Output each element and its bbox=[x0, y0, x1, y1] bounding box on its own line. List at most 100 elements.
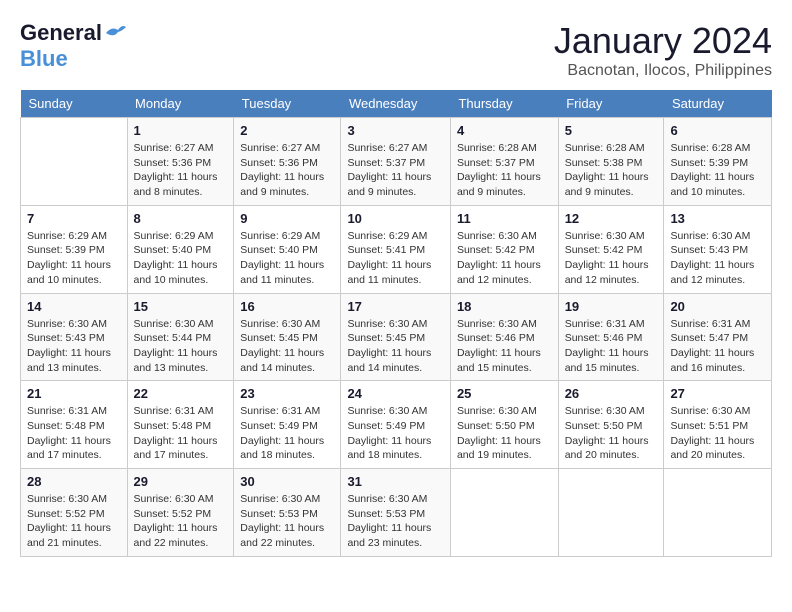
weekday-header-thursday: Thursday bbox=[450, 90, 558, 118]
calendar-cell: 14 Sunrise: 6:30 AMSunset: 5:43 PMDayligh… bbox=[21, 293, 128, 381]
calendar-cell: 3 Sunrise: 6:27 AMSunset: 5:37 PMDaylight… bbox=[341, 118, 451, 206]
day-info: Sunrise: 6:30 AMSunset: 5:53 PMDaylight:… bbox=[347, 492, 444, 551]
day-number: 6 bbox=[670, 123, 765, 138]
day-number: 17 bbox=[347, 299, 444, 314]
day-info: Sunrise: 6:30 AMSunset: 5:51 PMDaylight:… bbox=[670, 404, 765, 463]
calendar-cell: 16Sunrise: 6:30 AMSunset: 5:45 PMDayligh… bbox=[234, 293, 341, 381]
day-info: Sunrise: 6:29 AMSunset: 5:39 PMDaylight:… bbox=[27, 229, 121, 288]
month-title: January 2024 bbox=[554, 20, 772, 62]
logo-blue: Blue bbox=[20, 46, 68, 71]
calendar-cell: 26 Sunrise: 6:30 AMSunset: 5:50 PMDayligh… bbox=[558, 381, 664, 469]
day-number: 22 bbox=[134, 386, 228, 401]
week-row-2: 7 Sunrise: 6:29 AMSunset: 5:39 PMDaylight… bbox=[21, 205, 772, 293]
day-number: 14 bbox=[27, 299, 121, 314]
day-info: Sunrise: 6:27 AMSunset: 5:37 PMDaylight:… bbox=[347, 141, 444, 200]
calendar-cell: 19 Sunrise: 6:31 AMSunset: 5:46 PMDayligh… bbox=[558, 293, 664, 381]
calendar-cell: 31 Sunrise: 6:30 AMSunset: 5:53 PMDayligh… bbox=[341, 469, 451, 557]
calendar-cell bbox=[664, 469, 772, 557]
week-row-3: 14 Sunrise: 6:30 AMSunset: 5:43 PMDayligh… bbox=[21, 293, 772, 381]
day-info: Sunrise: 6:29 AMSunset: 5:41 PMDaylight:… bbox=[347, 229, 444, 288]
calendar-cell: 24Sunrise: 6:30 AMSunset: 5:49 PMDayligh… bbox=[341, 381, 451, 469]
calendar-cell: 21 Sunrise: 6:31 AMSunset: 5:48 PMDayligh… bbox=[21, 381, 128, 469]
calendar-cell: 13 Sunrise: 6:30 AMSunset: 5:43 PMDayligh… bbox=[664, 205, 772, 293]
calendar-cell: 25 Sunrise: 6:30 AMSunset: 5:50 PMDayligh… bbox=[450, 381, 558, 469]
calendar-cell: 22 Sunrise: 6:31 AMSunset: 5:48 PMDayligh… bbox=[127, 381, 234, 469]
day-number: 20 bbox=[670, 299, 765, 314]
day-info: Sunrise: 6:30 AMSunset: 5:45 PMDaylight:… bbox=[347, 317, 444, 376]
day-number: 19 bbox=[565, 299, 658, 314]
day-number: 31 bbox=[347, 474, 444, 489]
weekday-header-tuesday: Tuesday bbox=[234, 90, 341, 118]
day-info: Sunrise: 6:27 AMSunset: 5:36 PMDaylight:… bbox=[134, 141, 228, 200]
day-number: 10 bbox=[347, 211, 444, 226]
day-info: Sunrise: 6:31 AMSunset: 5:48 PMDaylight:… bbox=[27, 404, 121, 463]
day-info: Sunrise: 6:30 AMSunset: 5:50 PMDaylight:… bbox=[565, 404, 658, 463]
day-number: 3 bbox=[347, 123, 444, 138]
day-info: Sunrise: 6:30 AMSunset: 5:50 PMDaylight:… bbox=[457, 404, 552, 463]
day-number: 16 bbox=[240, 299, 334, 314]
week-row-1: 1 Sunrise: 6:27 AMSunset: 5:36 PMDaylight… bbox=[21, 118, 772, 206]
calendar-cell: 23 Sunrise: 6:31 AMSunset: 5:49 PMDayligh… bbox=[234, 381, 341, 469]
calendar-cell: 5 Sunrise: 6:28 AMSunset: 5:38 PMDaylight… bbox=[558, 118, 664, 206]
calendar-table: SundayMondayTuesdayWednesdayThursdayFrid… bbox=[20, 90, 772, 557]
day-info: Sunrise: 6:30 AMSunset: 5:44 PMDaylight:… bbox=[134, 317, 228, 376]
calendar-cell: 10 Sunrise: 6:29 AMSunset: 5:41 PMDayligh… bbox=[341, 205, 451, 293]
day-number: 26 bbox=[565, 386, 658, 401]
weekday-header-monday: Monday bbox=[127, 90, 234, 118]
calendar-cell: 4Sunrise: 6:28 AMSunset: 5:37 PMDaylight… bbox=[450, 118, 558, 206]
location-title: Bacnotan, Ilocos, Philippines bbox=[554, 62, 772, 80]
calendar-cell: 28 Sunrise: 6:30 AMSunset: 5:52 PMDayligh… bbox=[21, 469, 128, 557]
day-number: 12 bbox=[565, 211, 658, 226]
weekday-header-saturday: Saturday bbox=[664, 90, 772, 118]
day-info: Sunrise: 6:31 AMSunset: 5:47 PMDaylight:… bbox=[670, 317, 765, 376]
calendar-cell: 18 Sunrise: 6:30 AMSunset: 5:46 PMDayligh… bbox=[450, 293, 558, 381]
day-number: 9 bbox=[240, 211, 334, 226]
logo-bird-icon bbox=[104, 24, 126, 42]
day-number: 25 bbox=[457, 386, 552, 401]
calendar-cell: 17 Sunrise: 6:30 AMSunset: 5:45 PMDayligh… bbox=[341, 293, 451, 381]
day-number: 28 bbox=[27, 474, 121, 489]
day-info: Sunrise: 6:29 AMSunset: 5:40 PMDaylight:… bbox=[240, 229, 334, 288]
day-info: Sunrise: 6:30 AMSunset: 5:43 PMDaylight:… bbox=[27, 317, 121, 376]
day-number: 21 bbox=[27, 386, 121, 401]
day-info: Sunrise: 6:30 AMSunset: 5:52 PMDaylight:… bbox=[134, 492, 228, 551]
day-info: Sunrise: 6:30 AMSunset: 5:52 PMDaylight:… bbox=[27, 492, 121, 551]
day-number: 13 bbox=[670, 211, 765, 226]
day-number: 2 bbox=[240, 123, 334, 138]
weekday-header-row: SundayMondayTuesdayWednesdayThursdayFrid… bbox=[21, 90, 772, 118]
calendar-cell: 15 Sunrise: 6:30 AMSunset: 5:44 PMDayligh… bbox=[127, 293, 234, 381]
day-number: 5 bbox=[565, 123, 658, 138]
day-info: Sunrise: 6:31 AMSunset: 5:46 PMDaylight:… bbox=[565, 317, 658, 376]
calendar-cell: 2Sunrise: 6:27 AMSunset: 5:36 PMDaylight… bbox=[234, 118, 341, 206]
weekday-header-sunday: Sunday bbox=[21, 90, 128, 118]
calendar-cell: 8Sunrise: 6:29 AMSunset: 5:40 PMDaylight… bbox=[127, 205, 234, 293]
calendar-cell bbox=[21, 118, 128, 206]
day-info: Sunrise: 6:30 AMSunset: 5:46 PMDaylight:… bbox=[457, 317, 552, 376]
day-number: 15 bbox=[134, 299, 228, 314]
day-info: Sunrise: 6:28 AMSunset: 5:38 PMDaylight:… bbox=[565, 141, 658, 200]
calendar-cell: 30Sunrise: 6:30 AMSunset: 5:53 PMDayligh… bbox=[234, 469, 341, 557]
day-info: Sunrise: 6:31 AMSunset: 5:49 PMDaylight:… bbox=[240, 404, 334, 463]
weekday-header-wednesday: Wednesday bbox=[341, 90, 451, 118]
calendar-cell: 12Sunrise: 6:30 AMSunset: 5:42 PMDayligh… bbox=[558, 205, 664, 293]
day-number: 4 bbox=[457, 123, 552, 138]
week-row-5: 28 Sunrise: 6:30 AMSunset: 5:52 PMDayligh… bbox=[21, 469, 772, 557]
day-number: 1 bbox=[134, 123, 228, 138]
day-number: 8 bbox=[134, 211, 228, 226]
day-info: Sunrise: 6:28 AMSunset: 5:39 PMDaylight:… bbox=[670, 141, 765, 200]
day-number: 7 bbox=[27, 211, 121, 226]
day-number: 27 bbox=[670, 386, 765, 401]
calendar-cell: 20 Sunrise: 6:31 AMSunset: 5:47 PMDayligh… bbox=[664, 293, 772, 381]
day-number: 24 bbox=[347, 386, 444, 401]
week-row-4: 21 Sunrise: 6:31 AMSunset: 5:48 PMDayligh… bbox=[21, 381, 772, 469]
day-number: 23 bbox=[240, 386, 334, 401]
calendar-cell: 9 Sunrise: 6:29 AMSunset: 5:40 PMDaylight… bbox=[234, 205, 341, 293]
day-info: Sunrise: 6:30 AMSunset: 5:53 PMDaylight:… bbox=[240, 492, 334, 551]
calendar-cell: 7 Sunrise: 6:29 AMSunset: 5:39 PMDaylight… bbox=[21, 205, 128, 293]
calendar-cell bbox=[558, 469, 664, 557]
day-number: 18 bbox=[457, 299, 552, 314]
day-info: Sunrise: 6:30 AMSunset: 5:42 PMDaylight:… bbox=[457, 229, 552, 288]
day-info: Sunrise: 6:30 AMSunset: 5:43 PMDaylight:… bbox=[670, 229, 765, 288]
day-info: Sunrise: 6:31 AMSunset: 5:48 PMDaylight:… bbox=[134, 404, 228, 463]
logo: General Blue bbox=[20, 20, 126, 72]
